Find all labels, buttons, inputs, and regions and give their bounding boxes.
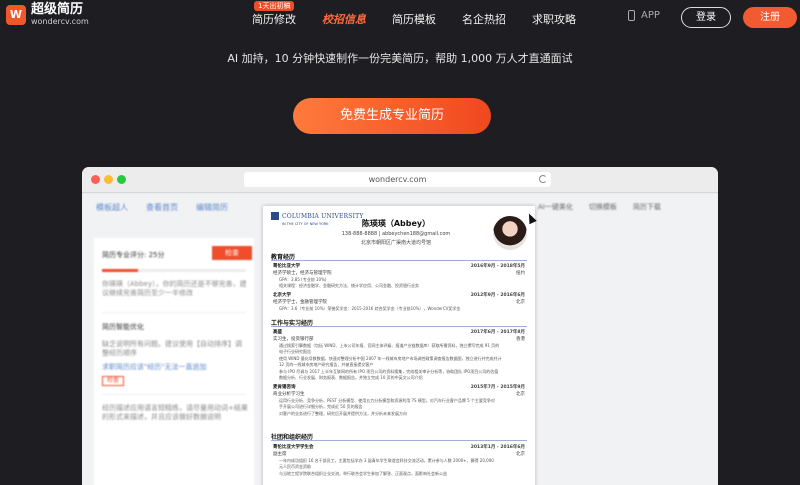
resume-bullet: 电子行业研究报告 [279,349,311,354]
app-label: APP [641,10,660,21]
work-row: 商业分析学习生 北京 [273,391,525,397]
divider [102,394,246,395]
date: 2017年6月 - 2017年8月 [470,330,525,335]
university-seal-icon [271,212,279,220]
resume-bullet: 12 页的一线城市房地产研究报告，并被直接提交客户 [279,362,374,367]
avatar [493,216,527,250]
site-logo[interactable]: W 超级简历 wondercv.com [6,3,89,26]
section-divider [271,260,527,261]
location: 纽约 [516,271,525,276]
resume-contact: 138-888-8888 | abbeychen188@gmail.com [341,231,451,237]
location: 北京 [516,452,525,457]
education-row: 经济学学士，金融管理学院 北京 [273,299,525,305]
editor-tool: 简历下载 [632,203,661,211]
editor-tool: AI一键美化 [538,203,573,211]
resume-address: 北京市朝阳区广渠南大道均号馆 [360,240,431,246]
nav-item-resume-edit[interactable]: 1天出初稿 简历修改 [252,1,296,27]
address-bar-url: wondercv.com [368,175,427,184]
address-bar: wondercv.com [244,172,551,187]
nav-item-job-guides[interactable]: 求职攻略 [532,11,576,27]
main-nav: 1天出初稿 简历修改 校招信息 简历模板 名企热招 求职攻略 [252,1,602,27]
close-dot-icon [91,175,100,184]
role: 商业分析学习生 [273,392,305,397]
nav-item-campus-jobs[interactable]: 校招信息 [322,11,366,27]
login-button[interactable]: 登录 [681,7,731,28]
reload-icon [539,175,547,183]
score-description: 你瑛瑛（Abbey），你的简历还是不够完善，建议继续完善简历至少一半修改 [102,280,247,297]
campus-row: 副主席 北京 [273,451,525,457]
date: 2015年7月 - 2015年9月 [470,385,525,390]
resume-bullet: GPA：3.6（专业前 10%）荣誉奖学金：2015-2016 综合奖学金（专业… [279,306,461,311]
campus-row: 哥伦比亚大学学生会 2013年1月 - 2016年6月 [273,444,525,450]
work-row: 高盛 2017年6月 - 2017年8月 [273,329,525,335]
tip-tag: 检查 [102,376,124,386]
education-row: 哥伦比亚大学 2016年9月 - 2018年5月 [273,263,525,269]
score-progress-bar [102,269,246,272]
date: 2016年9月 - 2018年5月 [470,264,525,269]
logo-icon: W [6,4,26,25]
nav-item-templates[interactable]: 简历模板 [392,11,436,27]
score-check-button: 检查 [212,246,252,260]
register-button[interactable]: 注册 [743,7,797,28]
location: 北京 [516,300,525,305]
nav-badge: 1天出初稿 [254,1,295,11]
editor-tab: 查看首页 [146,203,178,212]
editor-tool: 切换模板 [588,203,617,211]
work-row: 实习生，投资银行部 香港 [273,336,525,342]
top-navigation-bar: W 超级简历 wondercv.com 1天出初稿 简历修改 校招信息 简历模板… [0,0,800,34]
tips-title: 简历智能优化 [102,323,144,331]
create-resume-button[interactable]: 免费生成专业简历 [293,98,491,134]
school-name: 北京大学 [273,293,291,298]
tip-text: 经历描述应用语言短精练，请尽量用动词+结果的形式来描述，并且应该做好数据说明 [102,404,248,421]
role: 副主席 [273,452,287,457]
date: 2012年9月 - 2016年6月 [470,293,525,298]
nav-item-top-companies[interactable]: 名企热招 [462,11,506,27]
tip-link: 求职简历应该"经历"无法一直追加 [102,363,207,371]
score-panel: 简历专业评分: 25分 检查 你瑛瑛（Abbey），你的简历还是不够完善，建议继… [94,238,254,485]
major: 经济学学士，金融管理学院 [273,300,327,305]
resume-bullet: 相关课程：经济金融学、金融研究方法、统计学应用、公司金融、投资银行业务 [279,283,419,288]
browser-toolbar: wondercv.com [82,167,718,193]
section-divider [271,440,527,441]
role: 实习生，投资银行部 [273,337,314,342]
hero-tagline: AI 加持，10 分钟快速制作一份完美简历，帮助 1,000 万人才直通面试 [227,52,573,65]
logo-subtitle: wondercv.com [31,17,89,26]
app-download-link[interactable]: APP [628,10,660,21]
editor-tab: 模板超人 [96,203,128,212]
editor-tab: 编辑简历 [196,203,228,212]
location: 北京 [516,392,525,397]
phone-icon [628,10,635,21]
nav-item-label: 简历修改 [252,13,296,26]
resume-bullet: 手开展公司进行详细分析，完成近 50 页的报告 [279,404,363,409]
resume-bullet: 数据分析、行业发展、财务报表、数据报告，并独立完成 10 页的中英文公司介绍 [279,375,423,380]
work-row: 麦肯锡咨询 2015年7月 - 2015年9月 [273,384,525,390]
company: 高盛 [273,330,282,335]
resume-preview: COLUMBIA UNIVERSITY IN THE CITY OF NEW Y… [263,206,535,485]
resume-bullet: 元人民币资金资助 [279,464,311,469]
tip-text: 缺乏说明所有问题。建议使用【自动排序】调整经历顺序 [102,340,242,357]
company: 麦肯锡咨询 [273,385,296,390]
divider [102,312,246,313]
education-row: 经济学硕士，经济与管理学院 纽约 [273,270,525,276]
score-label: 简历专业评分: 25分 [102,251,165,259]
school-name: 哥伦比亚大学 [273,264,300,269]
score-progress-fill [102,269,138,272]
education-row: 北京大学 2012年9月 - 2016年6月 [273,292,525,298]
resume-name: 陈瑛瑛（Abbey） [361,219,431,228]
logo-title: 超级简历 [31,2,84,17]
minimize-dot-icon [104,175,113,184]
resume-bullet: 对客户的业务进行了整理，研究后开展并提供方法，并分析未来发展方向 [279,411,407,416]
resume-bullet: 与当地工程学院联合组织企业交流，举行联合会学生参加了解答、正面观点，面影响社会新… [279,471,447,476]
section-divider [271,326,527,327]
date: 2013年1月 - 2016年6月 [470,445,525,450]
organization: 哥伦比亚大学学生会 [273,445,314,450]
major: 经济学硕士，经济与管理学院 [273,271,332,276]
maximize-dot-icon [117,175,126,184]
location: 香港 [516,337,525,342]
